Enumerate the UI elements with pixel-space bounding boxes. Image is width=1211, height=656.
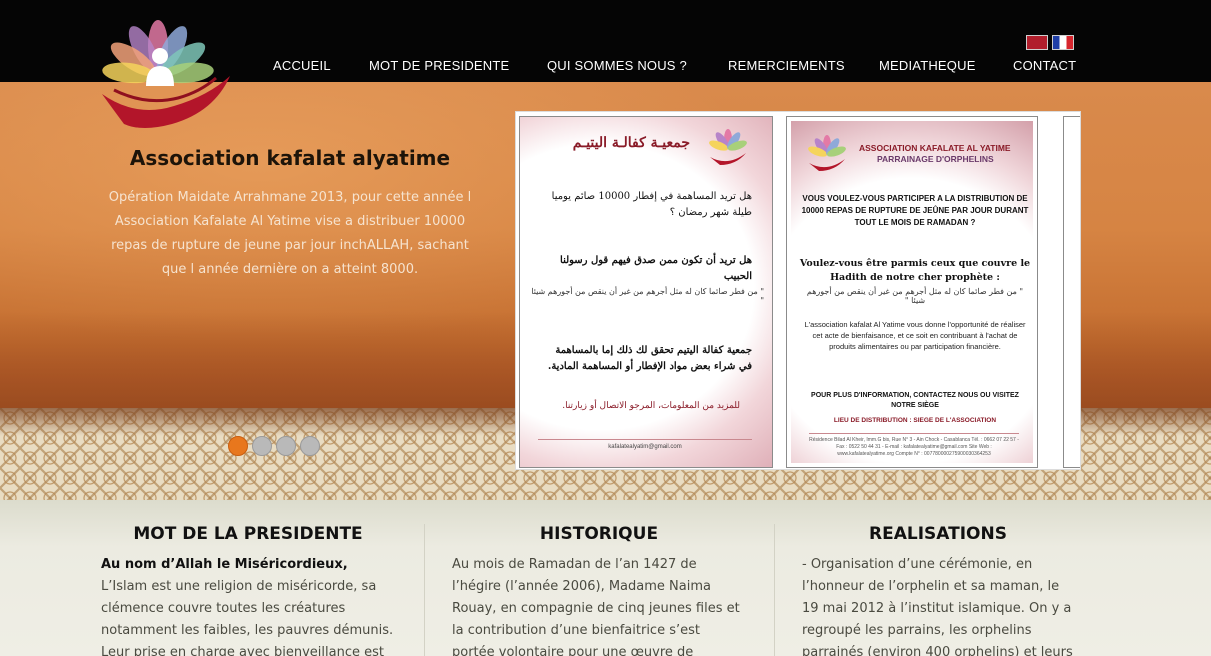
flyer-fr-footer: Résidence Bilad Al Kheir, Imm.G bis, Rue…: [809, 433, 1019, 458]
flyer-fr-subtitle: PARRAINAGE D'ORPHELINS: [877, 154, 994, 164]
slider-dot-3[interactable]: [276, 436, 296, 456]
flyer-logo-icon: [808, 135, 846, 171]
column-text: - Organisation d’une cérémonie, en l’hon…: [802, 557, 1073, 656]
flyer-arabic: جمعيـة كفالـة اليتيـم هل تريد المساهمة ف…: [519, 116, 773, 468]
column-divider: [774, 524, 775, 656]
column-lead: Au nom d’Allah le Miséricordieux,: [101, 557, 348, 572]
flyer-ar-title: جمعيـة كفالـة اليتيـم: [572, 135, 690, 151]
flyer-fr-title-line: ASSOCIATION KAFALATE AL YATIME: [859, 143, 1011, 153]
column-mot-presidente: MOT DE LA PRESIDENTE Au nom d’Allah le M…: [101, 524, 395, 656]
content-columns: MOT DE LA PRESIDENTE Au nom d’Allah le M…: [0, 500, 1211, 656]
column-text: L’Islam est une religion de miséricorde,…: [101, 579, 394, 656]
column-text: Au mois de Ramadan de l’an 1427 de l’hég…: [452, 557, 740, 656]
lotus-hand-child-logo[interactable]: [96, 20, 236, 132]
nav-contact[interactable]: CONTACT: [1013, 58, 1076, 73]
flyer-fr-frame: ASSOCIATION KAFALATE AL YATIME PARRAINAG…: [791, 121, 1033, 463]
slider-dot-1[interactable]: [228, 436, 248, 456]
morocco-flag-icon[interactable]: [1026, 35, 1048, 50]
column-divider: [424, 524, 425, 656]
column-body: Au nom d’Allah le Miséricordieux, L’Isla…: [101, 554, 395, 656]
flyer-fr-hadith: " من فطر صائما كان له مثل أجرهم من غير أ…: [806, 287, 1024, 305]
flyer-ar-footer: kafalatealyatim@gmail.com: [538, 439, 752, 451]
slider-image[interactable]: جمعيـة كفالـة اليتيـم هل تريد المساهمة ف…: [515, 111, 1081, 470]
flyer-ar-hadith: " من فطر صائما كان له مثل أجرهم من غير أ…: [531, 287, 764, 305]
column-historique: HISTORIQUE Au mois de Ramadan de l’an 14…: [452, 524, 746, 656]
nav-qui-sommes-nous[interactable]: QUI SOMMES NOUS ?: [547, 58, 687, 73]
flyer-ar-question: هل تريد المساهمة في إفطار 10000 صائم يوم…: [551, 191, 752, 218]
column-title: HISTORIQUE: [539, 524, 659, 544]
hero-title: Association kafalat alyatime: [129, 146, 451, 170]
flyer-fr-body: L'association kafalat Al Yatime vous don…: [804, 320, 1026, 351]
flyer-ar-info: للمزيد من المعلومات، المرجو الاتصال أو ز…: [562, 401, 740, 411]
hero-text: Opération Maidate Arrahmane 2013, pour c…: [108, 190, 472, 277]
language-switcher: [1026, 35, 1078, 50]
flyer-fr-title: ASSOCIATION KAFALATE AL YATIME PARRAINAG…: [859, 143, 1029, 165]
slider-dot-2[interactable]: [252, 436, 272, 456]
flyer-fr-question-2: Voulez-vous être parmis ceux que couvre …: [799, 258, 1031, 283]
nav-mediatheque[interactable]: MEDIATHEQUE: [879, 58, 976, 73]
flyer-fr-lieu: LIEU DE DISTRIBUTION : SIEGE DE L'ASSOCI…: [833, 417, 997, 424]
flyer-next-edge: [1063, 116, 1080, 468]
flyer-french: ASSOCIATION KAFALATE AL YATIME PARRAINAG…: [786, 116, 1038, 468]
column-realisations: REALISATIONS - Organisation d’une cérémo…: [802, 524, 1074, 656]
column-title: MOT DE LA PRESIDENTE: [133, 524, 363, 544]
nav-accueil[interactable]: ACCUEIL: [273, 58, 331, 73]
flyer-fr-question: VOUS VOULEZ-VOUS PARTICIPER A LA DISTRIB…: [801, 194, 1029, 227]
flyer-fr-info: POUR PLUS D'INFORMATION, CONTACTEZ NOUS …: [811, 392, 1019, 409]
flyer-ar-body: جمعية كفالة اليتيم تحقق لك ذلك إما بالمس…: [547, 345, 752, 372]
slider-pagination: [228, 436, 328, 456]
flyer-ar-question-2: هل تريد أن تكون ممن صدق فيهم قول رسولنا …: [560, 255, 752, 282]
france-flag-icon[interactable]: [1052, 35, 1074, 50]
nav-remerciements[interactable]: REMERCIEMENTS: [728, 58, 845, 73]
nav-mot-de-presidente[interactable]: MOT DE PRESIDENTE: [369, 58, 509, 73]
slider-dot-4[interactable]: [300, 436, 320, 456]
column-title: REALISATIONS: [869, 524, 1007, 544]
hero-banner: Association kafalat alyatime Opération M…: [0, 82, 1211, 500]
flyer-logo-icon: [709, 129, 747, 165]
